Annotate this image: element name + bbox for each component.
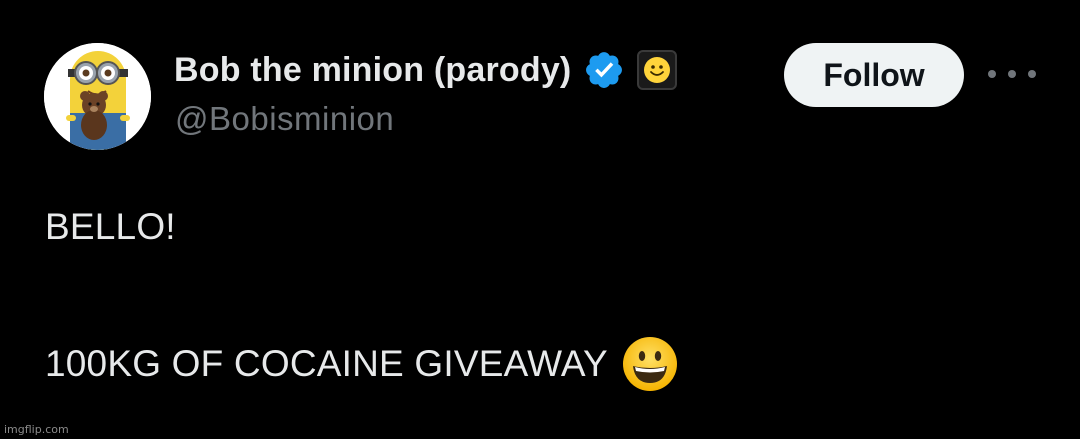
author-name-row: Bob the minion (parody) (174, 46, 678, 94)
avatar[interactable] (44, 43, 151, 150)
tweet-text-line-2: 100KG OF COCAINE GIVEAWAY (45, 336, 678, 392)
display-name[interactable]: Bob the minion (parody) (174, 51, 571, 90)
minion-with-teddy-bear-avatar (44, 43, 151, 150)
verified-badge-icon[interactable] (583, 49, 625, 91)
more-options-icon[interactable] (988, 62, 1036, 86)
tweet-text-line-2-text: 100KG OF COCAINE GIVEAWAY (45, 343, 608, 384)
grinning-face-emoji-icon (622, 336, 678, 392)
more-dot (1008, 70, 1016, 78)
more-dot (1028, 70, 1036, 78)
smiley-face-icon[interactable] (637, 50, 678, 90)
tweet-card: Bob the minion (parody) @Bobisminion Fol… (0, 0, 1080, 439)
tweet-text-line-1: BELLO! (45, 206, 176, 247)
author-handle[interactable]: @Bobisminion (175, 100, 394, 138)
follow-button[interactable]: Follow (784, 43, 964, 107)
watermark: imgflip.com (4, 423, 69, 436)
more-dot (988, 70, 996, 78)
